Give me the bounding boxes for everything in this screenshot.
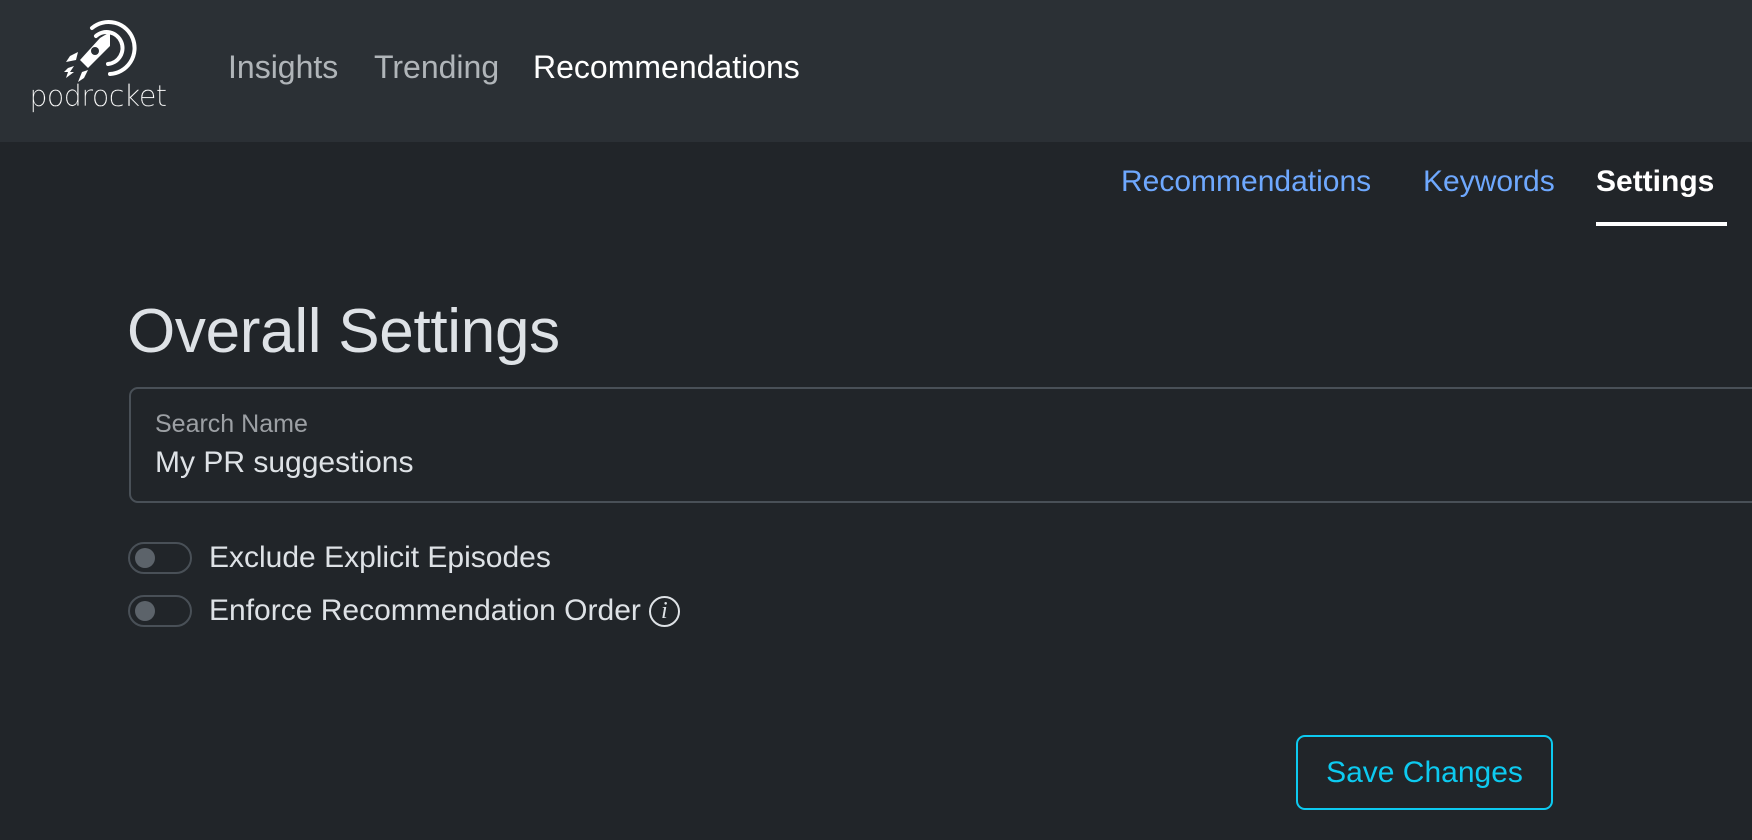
page-title: Overall Settings xyxy=(127,297,560,366)
enforce-order-label: Enforce Recommendation Order xyxy=(209,594,641,627)
rocket-target-icon xyxy=(64,20,137,82)
info-icon[interactable]: i xyxy=(648,595,680,627)
top-navbar: podrocket Insights Trending Recommendati… xyxy=(0,0,1752,142)
sub-nav-tabs: Recommendations Keywords Settings xyxy=(0,160,1752,230)
switch-knob xyxy=(135,601,155,621)
enforce-order-switch[interactable] xyxy=(128,595,192,627)
main-nav-insights[interactable]: Insights xyxy=(228,44,338,90)
brand-logo[interactable]: podrocket xyxy=(26,16,167,116)
save-changes-button[interactable]: Save Changes xyxy=(1296,735,1553,810)
active-tab-indicator xyxy=(1596,222,1727,226)
enforce-order-toggle-row[interactable]: Enforce Recommendation Order i xyxy=(128,594,680,628)
tab-recommendations[interactable]: Recommendations xyxy=(1121,160,1371,204)
switch-knob xyxy=(135,548,155,568)
exclude-explicit-switch[interactable] xyxy=(128,542,192,574)
brand-name: podrocket xyxy=(29,79,167,113)
tab-keywords[interactable]: Keywords xyxy=(1423,160,1555,204)
search-name-field[interactable]: Search Name xyxy=(129,387,1752,503)
exclude-explicit-toggle-row[interactable]: Exclude Explicit Episodes xyxy=(128,541,551,575)
exclude-explicit-label: Exclude Explicit Episodes xyxy=(209,541,551,574)
main-nav-recommendations[interactable]: Recommendations xyxy=(533,44,800,90)
search-name-label: Search Name xyxy=(155,410,308,438)
main-nav-trending[interactable]: Trending xyxy=(374,44,499,90)
tab-settings[interactable]: Settings xyxy=(1596,160,1714,204)
search-name-input[interactable] xyxy=(155,443,1655,483)
